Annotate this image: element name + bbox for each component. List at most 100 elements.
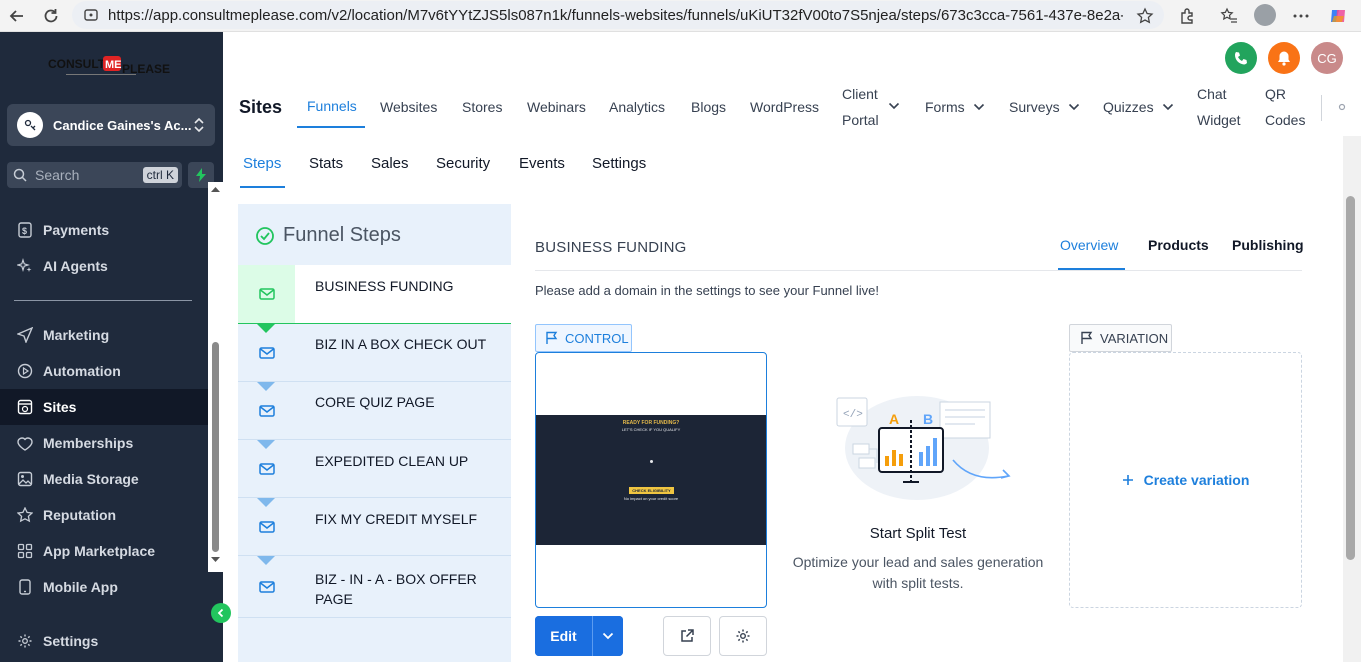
app-marketplace-icon [16,542,34,560]
reload-icon[interactable] [40,5,62,27]
sidebar-item-ai-agents[interactable]: AI Agents [0,248,208,284]
active-tab-indicator [297,126,365,128]
memberships-icon [16,434,34,452]
tab-overview[interactable]: Overview [1060,237,1118,253]
subtab-settings[interactable]: Settings [592,155,646,172]
sidebar-item-label: Marketing [43,327,110,343]
copilot-icon[interactable] [1327,5,1349,27]
tab-blogs[interactable]: Blogs [691,94,726,120]
funnel-step-item[interactable]: FIX MY CREDIT MYSELF [238,498,511,556]
page-scroll-thumb[interactable] [1346,196,1355,560]
funnel-step-item[interactable]: EXPEDITED CLEAN UP [238,440,511,498]
back-icon[interactable] [6,5,28,27]
subtab-events[interactable]: Events [519,155,565,172]
tab-funnels[interactable]: Funnels [307,93,357,119]
user-avatar[interactable]: CG [1311,42,1343,74]
chevron-left-icon [217,608,224,618]
sidebar-item-reputation[interactable]: Reputation [0,497,208,533]
subtab-indicator [240,186,285,188]
ai-agents-icon [16,257,34,275]
funnel-steps-panel: Funnel Steps BUSINESS FUNDING BIZ IN A B… [238,204,511,662]
sidebar-scroll-thumb[interactable] [212,342,219,552]
extensions-icon[interactable] [1176,5,1198,27]
tab-surveys[interactable]: Surveys [1009,94,1080,120]
edit-dropdown-button[interactable] [592,616,623,656]
url-text[interactable]: https://app.consultmeplease.com/v2/locat… [108,7,1123,24]
tab-stores[interactable]: Stores [462,94,502,120]
svg-text:CONSULT: CONSULT [48,57,106,71]
tab-client-portal[interactable]: Client Portal [842,81,879,133]
tabs-divider [535,270,1302,271]
funnel-step-item[interactable]: CORE QUIZ PAGE [238,382,511,440]
sidebar-item-label: Reputation [43,507,117,523]
sidebar-item-sites[interactable]: Sites [0,389,208,425]
sidebar-item-app-marketplace[interactable]: App Marketplace [0,533,208,569]
sidebar-item-settings[interactable]: Settings [0,623,208,659]
tab-products[interactable]: Products [1148,237,1209,253]
funnel-step-item[interactable]: BIZ - IN - A - BOX OFFER PAGE [238,556,511,618]
more-options-icon[interactable] [1290,5,1312,27]
tab-forms[interactable]: Forms [925,94,985,120]
account-switcher[interactable]: Candice Gaines's Ac... [7,104,215,146]
funnel-step-name: EXPEDITED CLEAN UP [315,453,469,469]
tab-webinars[interactable]: Webinars [527,94,586,120]
more-tabs-icon[interactable] [1338,103,1346,111]
svg-text:A: A [889,411,899,427]
sidebar-item-memberships[interactable]: Memberships [0,425,208,461]
subtab-security[interactable]: Security [436,155,490,172]
open-preview-button[interactable] [663,616,711,656]
sidebar-item-payments[interactable]: $ Payments [0,212,208,248]
address-bar[interactable]: https://app.consultmeplease.com/v2/locat… [72,1,1164,29]
star-icon [16,506,34,524]
tab-websites[interactable]: Websites [380,94,437,120]
sidebar-item-label: Settings [43,633,99,649]
section-title: Sites [239,97,283,117]
subtab-stats[interactable]: Stats [309,155,343,172]
tab-quizzes[interactable]: Quizzes [1103,94,1174,120]
phone-button[interactable] [1225,42,1257,74]
tab-publishing[interactable]: Publishing [1232,237,1304,253]
edit-button[interactable]: Edit [535,616,592,656]
control-page-preview[interactable]: READY FOR FUNDING? LET'S CHECK IF YOU QU… [535,352,767,608]
tab-wordpress[interactable]: WordPress [750,94,819,120]
automation-icon [16,362,34,380]
sidebar-item-label: Memberships [43,435,134,451]
step-settings-button[interactable] [719,616,767,656]
svg-text:PLEASE: PLEASE [122,62,170,76]
chevron-down-icon [602,632,614,640]
mail-icon [238,324,295,381]
tab-analytics[interactable]: Analytics [609,94,665,120]
chevron-down-icon [1162,102,1174,112]
tab-qr-codes[interactable]: QR Codes [1265,81,1305,133]
favorites-icon[interactable] [1218,5,1240,27]
browser-profile-avatar[interactable] [1254,4,1276,26]
sidebar-item-mobile-app[interactable]: Mobile App [0,569,208,605]
subtab-sales[interactable]: Sales [371,155,409,172]
subtab-steps[interactable]: Steps [243,155,281,172]
create-variation-button[interactable]: Create variation [1069,352,1302,608]
funnel-step-item[interactable]: BUSINESS FUNDING [238,265,511,324]
plus-icon [1122,474,1134,486]
funnel-step-item[interactable]: BIZ IN A BOX CHECK OUT [238,324,511,382]
funnel-step-name: CORE QUIZ PAGE [315,394,435,410]
sidebar-item-media-storage[interactable]: Media Storage [0,461,208,497]
search-input[interactable]: Search ctrl K [7,162,182,188]
preview-subheadline: LET'S CHECK IF YOU QUALIFY [621,427,681,432]
overview-tab-indicator [1058,268,1125,270]
sidebar-item-automation[interactable]: Automation [0,353,208,389]
notifications-button[interactable] [1268,42,1300,74]
sidebar-item-label: Payments [43,222,110,238]
funnel-steps-title: Funnel Steps [283,224,401,246]
sidebar-item-marketing[interactable]: Marketing [0,317,208,353]
consultmeplease-logo[interactable]: CONSULT ME PLEASE [46,54,176,84]
tab-chat-widget[interactable]: Chat Widget [1197,81,1241,133]
bookmark-star-icon[interactable] [1134,5,1156,27]
sidebar-item-label: AI Agents [43,258,108,274]
funnel-step-name: FIX MY CREDIT MYSELF [315,511,478,527]
sidebar-item-label: Sites [43,399,77,415]
funnel-step-name: BIZ IN A BOX CHECK OUT [315,336,487,352]
site-info-icon[interactable] [84,8,98,22]
gear-icon [16,632,34,650]
collapse-sidebar-button[interactable] [211,603,231,623]
preview-cta: CHECK ELIGIBILITY [629,487,674,494]
